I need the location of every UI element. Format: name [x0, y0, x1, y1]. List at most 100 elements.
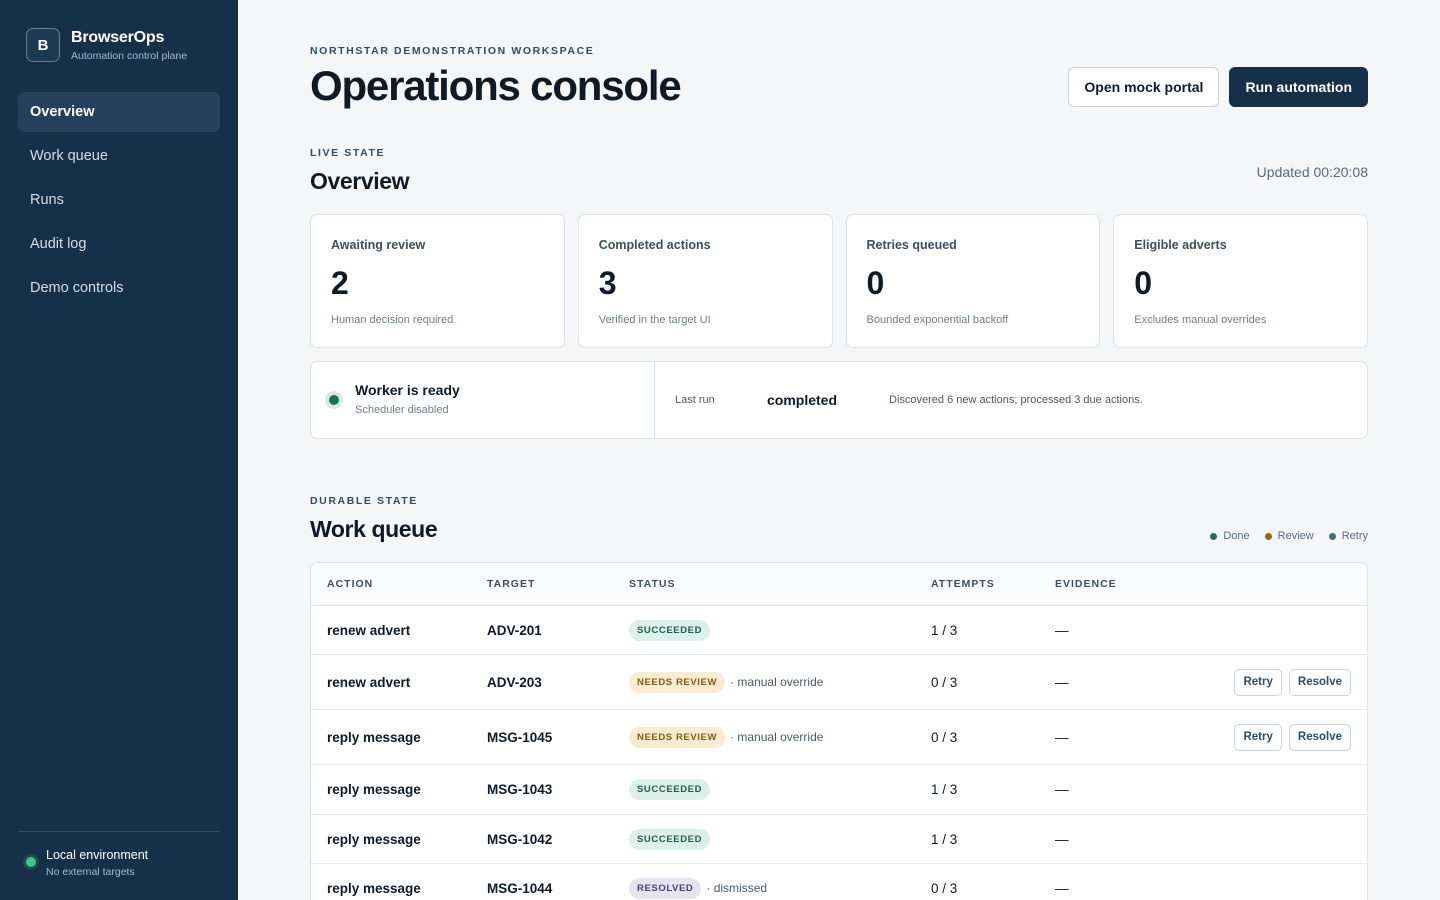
sidebar: B BrowserOps Automation control plane Ov… — [0, 0, 238, 900]
resolve-button[interactable]: Resolve — [1288, 723, 1351, 751]
legend-dot-icon — [1264, 532, 1272, 540]
brand-subtitle: Automation control plane — [71, 49, 188, 62]
row-attempts: 0 / 3 — [931, 674, 958, 690]
status-note: · manual override — [730, 675, 824, 689]
updated-timestamp: Updated 00:20:08 — [1256, 164, 1368, 180]
legend-label: Review — [1277, 530, 1314, 542]
retry-button[interactable]: Retry — [1234, 723, 1282, 751]
sidebar-item-runs[interactable]: Runs — [18, 180, 220, 220]
status-badge: NEEDS REVIEW — [629, 726, 726, 748]
row-status: SUCCEEDED — [629, 828, 931, 850]
worker-status-card: Worker is ready Scheduler disabled Last … — [310, 361, 1368, 439]
metric-card-awaiting-review: Awaiting review 2 Human decision require… — [310, 214, 565, 348]
environment-indicator: Local environment No external targets — [26, 848, 148, 878]
resolve-button[interactable]: Resolve — [1288, 668, 1351, 696]
metric-value: 0 — [866, 265, 885, 301]
table-row: renew advert ADV-201 SUCCEEDED 1 / 3 — — [311, 606, 1367, 655]
row-status: SUCCEEDED — [629, 779, 931, 800]
row-attempts: 1 / 3 — [931, 622, 958, 638]
table-row: renew advert ADV-203 NEEDS REVIEW · manu… — [311, 655, 1367, 710]
status-badge: SUCCEEDED — [629, 619, 711, 641]
legend-item-review: Review — [1264, 530, 1314, 542]
legend-dot-icon — [1210, 532, 1218, 540]
metric-card-retries-queued: Retries queued 0 Bounded exponential bac… — [845, 214, 1101, 348]
column-header-action: ACTION — [327, 578, 374, 590]
row-evidence: — — [1055, 782, 1069, 797]
column-header-status: STATUS — [629, 578, 676, 590]
environment-title: Local environment — [46, 848, 149, 862]
status-note: · manual override — [730, 730, 824, 744]
legend-dot-icon — [1328, 532, 1336, 540]
row-target: MSG-1044 — [487, 880, 553, 896]
open-mock-portal-button[interactable]: Open mock portal — [1068, 67, 1220, 107]
legend-label: Done — [1223, 530, 1250, 542]
last-run-message: Discovered 6 new actions; processed 3 du… — [889, 394, 1143, 406]
row-attempts: 0 / 3 — [931, 880, 958, 896]
column-header-attempts: ATTEMPTS — [931, 578, 995, 590]
brand-name: BrowserOps — [71, 28, 165, 46]
live-state-eyebrow: LIVE STATE — [310, 147, 386, 159]
sidebar-item-audit-log[interactable]: Audit log — [18, 224, 220, 264]
metric-subtitle: Bounded exponential backoff — [866, 314, 1009, 326]
row-target: ADV-203 — [487, 674, 542, 690]
metric-label: Awaiting review — [331, 238, 426, 252]
row-action: reply message — [327, 831, 421, 847]
row-status: NEEDS REVIEW · manual override — [629, 726, 931, 748]
row-evidence: — — [1055, 674, 1069, 690]
worker-title: Worker is ready — [355, 382, 460, 398]
worker-ready-dot-icon — [329, 395, 339, 405]
row-status: NEEDS REVIEW · manual override — [629, 671, 931, 693]
row-target: ADV-201 — [487, 622, 542, 638]
status-badge: SUCCEEDED — [629, 779, 711, 800]
brand[interactable]: B BrowserOps Automation control plane — [26, 28, 187, 62]
status-badge: SUCCEEDED — [629, 828, 711, 850]
metric-label: Completed actions — [598, 238, 711, 252]
worker-subtitle: Scheduler disabled — [355, 404, 449, 416]
sidebar-item-work-queue[interactable]: Work queue — [18, 136, 220, 176]
metric-value: 0 — [1134, 265, 1153, 301]
row-status: SUCCEEDED — [629, 619, 931, 641]
row-status: RESOLVED · dismissed — [629, 877, 931, 899]
sidebar-nav: Overview Work queue Runs Audit log Demo … — [18, 92, 220, 312]
row-actions: Retry Resolve — [1175, 723, 1367, 751]
table-header: ACTION TARGET STATUS ATTEMPTS EVIDENCE — [311, 563, 1367, 606]
sidebar-item-demo-controls[interactable]: Demo controls — [18, 268, 220, 308]
metric-label: Eligible adverts — [1134, 238, 1227, 252]
sidebar-item-overview[interactable]: Overview — [18, 92, 220, 132]
environment-subtitle: No external targets — [46, 866, 135, 878]
status-legend: Done Review Retry — [1210, 530, 1368, 542]
run-automation-button[interactable]: Run automation — [1229, 67, 1368, 107]
legend-label: Retry — [1341, 530, 1368, 542]
page-title: Operations console — [310, 62, 682, 109]
row-evidence: — — [1055, 622, 1069, 638]
table-row: reply message MSG-1044 RESOLVED · dismis… — [311, 864, 1367, 900]
retry-button[interactable]: Retry — [1234, 668, 1282, 696]
sidebar-divider — [18, 831, 220, 832]
brand-logo: B — [26, 28, 60, 62]
row-target: MSG-1043 — [487, 782, 553, 797]
metrics-row: Awaiting review 2 Human decision require… — [310, 214, 1368, 348]
legend-item-retry: Retry — [1328, 530, 1368, 542]
column-header-target: TARGET — [487, 578, 536, 590]
row-attempts: 1 / 3 — [931, 831, 958, 847]
metric-value: 3 — [598, 265, 617, 301]
metric-subtitle: Verified in the target UI — [598, 314, 711, 326]
header-actions: Open mock portal Run automation — [1068, 67, 1368, 107]
row-actions: Retry Resolve — [1175, 668, 1367, 696]
metric-value: 2 — [331, 265, 349, 301]
row-action: reply message — [327, 729, 421, 745]
work-queue-table: ACTION TARGET STATUS ATTEMPTS EVIDENCE r… — [310, 562, 1368, 900]
row-target: MSG-1042 — [487, 831, 553, 847]
overview-title: Overview — [310, 168, 410, 194]
row-action: reply message — [327, 880, 421, 896]
legend-item-done: Done — [1210, 530, 1250, 542]
worker-status: Worker is ready Scheduler disabled — [311, 362, 655, 438]
row-action: reply message — [327, 782, 421, 797]
workspace-eyebrow: NORTHSTAR DEMONSTRATION WORKSPACE — [310, 45, 595, 57]
table-row: reply message MSG-1043 SUCCEEDED 1 / 3 — — [311, 765, 1367, 815]
metric-card-completed-actions: Completed actions 3 Verified in the targ… — [577, 214, 833, 348]
row-action: renew advert — [327, 674, 411, 690]
row-evidence: — — [1055, 831, 1069, 847]
metric-label: Retries queued — [866, 238, 957, 252]
last-run-summary: Last run completed Discovered 6 new acti… — [655, 362, 1143, 438]
